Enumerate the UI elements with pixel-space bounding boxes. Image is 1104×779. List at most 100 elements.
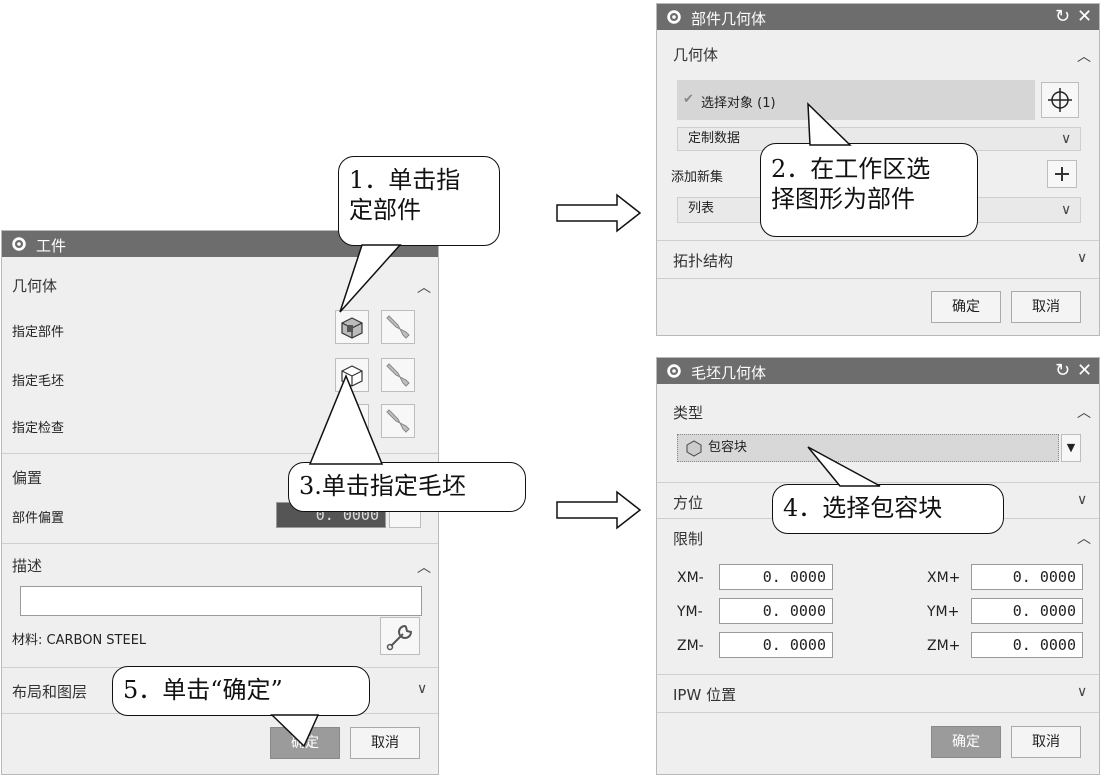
specify-check-label: 指定检查 [12,421,65,436]
cancel-button[interactable]: 取消 [350,727,420,759]
list-label: 列表 [688,201,715,216]
blank-box-icon [341,365,363,387]
material-edit-button[interactable] [380,617,420,655]
orientation-section-header[interactable]: 方位 [673,492,703,513]
expand-chevron-icon[interactable]: ∨ [1077,684,1087,700]
ipw-section-header[interactable]: IPW 位置 [673,684,736,705]
gear-icon [667,10,681,24]
cancel-button[interactable]: 取消 [1011,291,1081,323]
callout-step3: 3.单击指定毛坯 [288,462,526,512]
callout-step3-text: 3.单击指定毛坯 [299,472,466,500]
arrow-to-part-geometry [556,193,642,233]
collapse-chevron-icon[interactable]: ︿ [417,277,431,297]
wrench-icon [386,624,413,651]
callout-step2: 2．在工作区选 择图形为部件 [760,143,978,237]
collapse-chevron-icon[interactable]: ︿ [1077,528,1091,548]
check-icon: ✔ [683,92,694,107]
collapse-chevron-icon[interactable]: ︿ [1077,402,1091,422]
expand-chevron-icon[interactable]: ∨ [1061,131,1071,147]
callout-step1-line2: 定部件 [349,196,421,224]
description-input[interactable] [20,586,422,616]
callout-step1: 1．单击指 定部件 [338,156,500,246]
expand-chevron-icon[interactable]: ∨ [1077,492,1087,508]
flashlight-icon [386,363,410,387]
limits-section-header[interactable]: 限制 [673,528,703,549]
flashlight-icon [386,315,410,339]
expand-chevron-icon[interactable]: ∨ [1077,250,1087,266]
workpiece-title: 工件 [36,237,67,255]
layout-section-header[interactable]: 布局和图层 [12,681,87,702]
blank-geometry-title: 毛坯几何体 [691,364,767,382]
geometry-section-header[interactable]: 几何体 [12,275,57,296]
ok-button[interactable]: 确定 [931,291,1001,323]
close-icon[interactable]: ✕ [1077,360,1092,381]
divider [657,278,1099,279]
cancel-button[interactable]: 取消 [1011,726,1081,758]
callout-step2-line1: 2．在工作区选 [771,155,931,183]
type-section-header[interactable]: 类型 [673,402,703,423]
callout-step2-line2: 择图形为部件 [771,185,915,213]
specify-part-display-button[interactable] [381,310,415,344]
specify-check-display-button[interactable] [381,404,415,438]
blank-geometry-title-bar[interactable]: 毛坯几何体 ↻ ✕ [657,358,1099,384]
zm-minus-label: ZM- [677,638,704,654]
specify-part-button[interactable] [335,310,369,344]
divider [657,482,1099,483]
blank-geometry-dialog: 毛坯几何体 ↻ ✕ 类型 ︿ 包容块 ▼ 方位 ∨ 限制 ︿ XM- 0. 00… [656,357,1100,775]
divider [657,240,1099,241]
zm-minus-input[interactable]: 0. 0000 [719,632,833,658]
expand-chevron-icon[interactable]: ∨ [417,681,427,697]
expand-chevron-icon[interactable]: ∨ [1061,202,1071,218]
flashlight-icon [386,409,410,433]
topology-section-header[interactable]: 拓扑结构 [673,250,733,271]
callout-step5: 5．单击“确定” [112,666,370,716]
ym-plus-input[interactable]: 0. 0000 [971,598,1083,624]
close-icon[interactable]: ✕ [1077,6,1092,27]
ym-minus-input[interactable]: 0. 0000 [719,598,833,624]
callout-step4-text: 4．选择包容块 [783,494,943,522]
callout-step5-text: 5．单击“确定” [123,676,283,704]
specify-blank-display-button[interactable] [381,358,415,392]
ok-button[interactable]: 确定 [270,727,340,759]
part-offset-label: 部件偏置 [12,511,65,526]
collapse-chevron-icon[interactable]: ︿ [417,557,431,577]
add-new-set-label: 添加新集 [671,170,724,185]
ym-minus-label: YM- [677,604,703,620]
type-selected-label: 包容块 [708,440,748,455]
material-label: 材料: CARBON STEEL [12,633,147,648]
ym-plus-label: YM+ [927,604,960,620]
part-geometry-title: 部件几何体 [691,10,767,28]
description-section-header[interactable]: 描述 [12,555,42,576]
specify-check-button[interactable] [335,404,369,438]
specify-blank-label: 指定毛坯 [12,374,65,389]
offset-section-header[interactable]: 偏置 [12,467,42,488]
xm-minus-label: XM- [677,570,704,586]
reset-icon[interactable]: ↻ [1055,6,1070,27]
collapse-chevron-icon[interactable]: ︿ [1077,46,1091,66]
custom-data-label: 定制数据 [688,131,741,146]
specify-blank-button[interactable] [335,358,369,392]
divider [657,712,1099,713]
geometry-section-header[interactable]: 几何体 [673,44,718,65]
type-dropdown-arrow[interactable]: ▼ [1061,434,1081,462]
zm-plus-label: ZM+ [927,638,961,654]
ok-button[interactable]: 确定 [931,726,1001,758]
part-geometry-title-bar[interactable]: 部件几何体 ↻ ✕ [657,4,1099,30]
xm-plus-label: XM+ [927,570,961,586]
crosshair-button[interactable] [1041,82,1079,118]
divider [2,453,438,454]
reset-icon[interactable]: ↻ [1055,360,1070,381]
type-dropdown[interactable]: 包容块 [677,434,1059,462]
part-cube-icon [341,317,363,339]
callout-step4: 4．选择包容块 [772,484,1004,534]
divider [657,674,1099,675]
callout-step1-line1: 1．单击指 [349,166,461,194]
add-new-set-button[interactable] [1047,160,1077,188]
zm-plus-input[interactable]: 0. 0000 [971,632,1083,658]
arrow-to-blank-geometry [556,490,642,530]
bounding-block-icon [686,440,702,457]
crosshair-icon [1048,88,1072,112]
select-object-label: 选择对象 (1) [701,96,776,111]
xm-plus-input[interactable]: 0. 0000 [971,564,1083,590]
xm-minus-input[interactable]: 0. 0000 [719,564,833,590]
